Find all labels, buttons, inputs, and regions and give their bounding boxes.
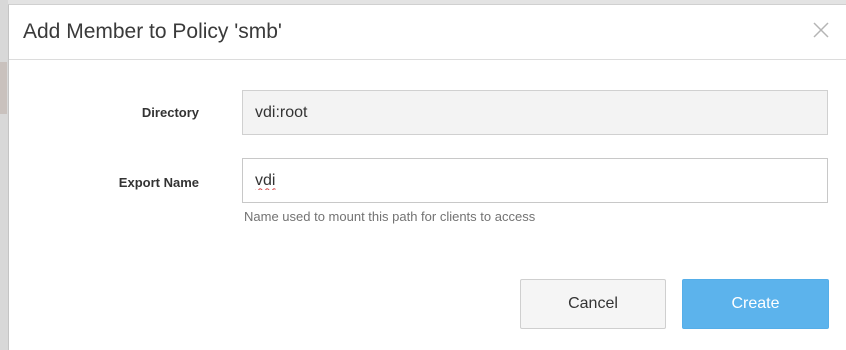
cancel-button[interactable]: Cancel — [520, 279, 666, 329]
dialog-title: Add Member to Policy 'smb' — [23, 20, 282, 43]
dialog-header: Add Member to Policy 'smb' — [9, 5, 846, 60]
directory-label: Directory — [141, 105, 199, 120]
export-name-label: Export Name — [118, 175, 199, 190]
backdrop-accent — [0, 62, 7, 114]
create-button[interactable]: Create — [682, 279, 829, 329]
close-icon[interactable] — [810, 19, 832, 41]
export-name-input[interactable] — [242, 158, 828, 203]
page-backdrop — [0, 0, 8, 350]
directory-field: vdi:root — [242, 90, 828, 135]
export-name-help-text: Name used to mount this path for clients… — [244, 209, 536, 224]
add-member-dialog: Add Member to Policy 'smb' Directory vdi… — [8, 4, 846, 350]
